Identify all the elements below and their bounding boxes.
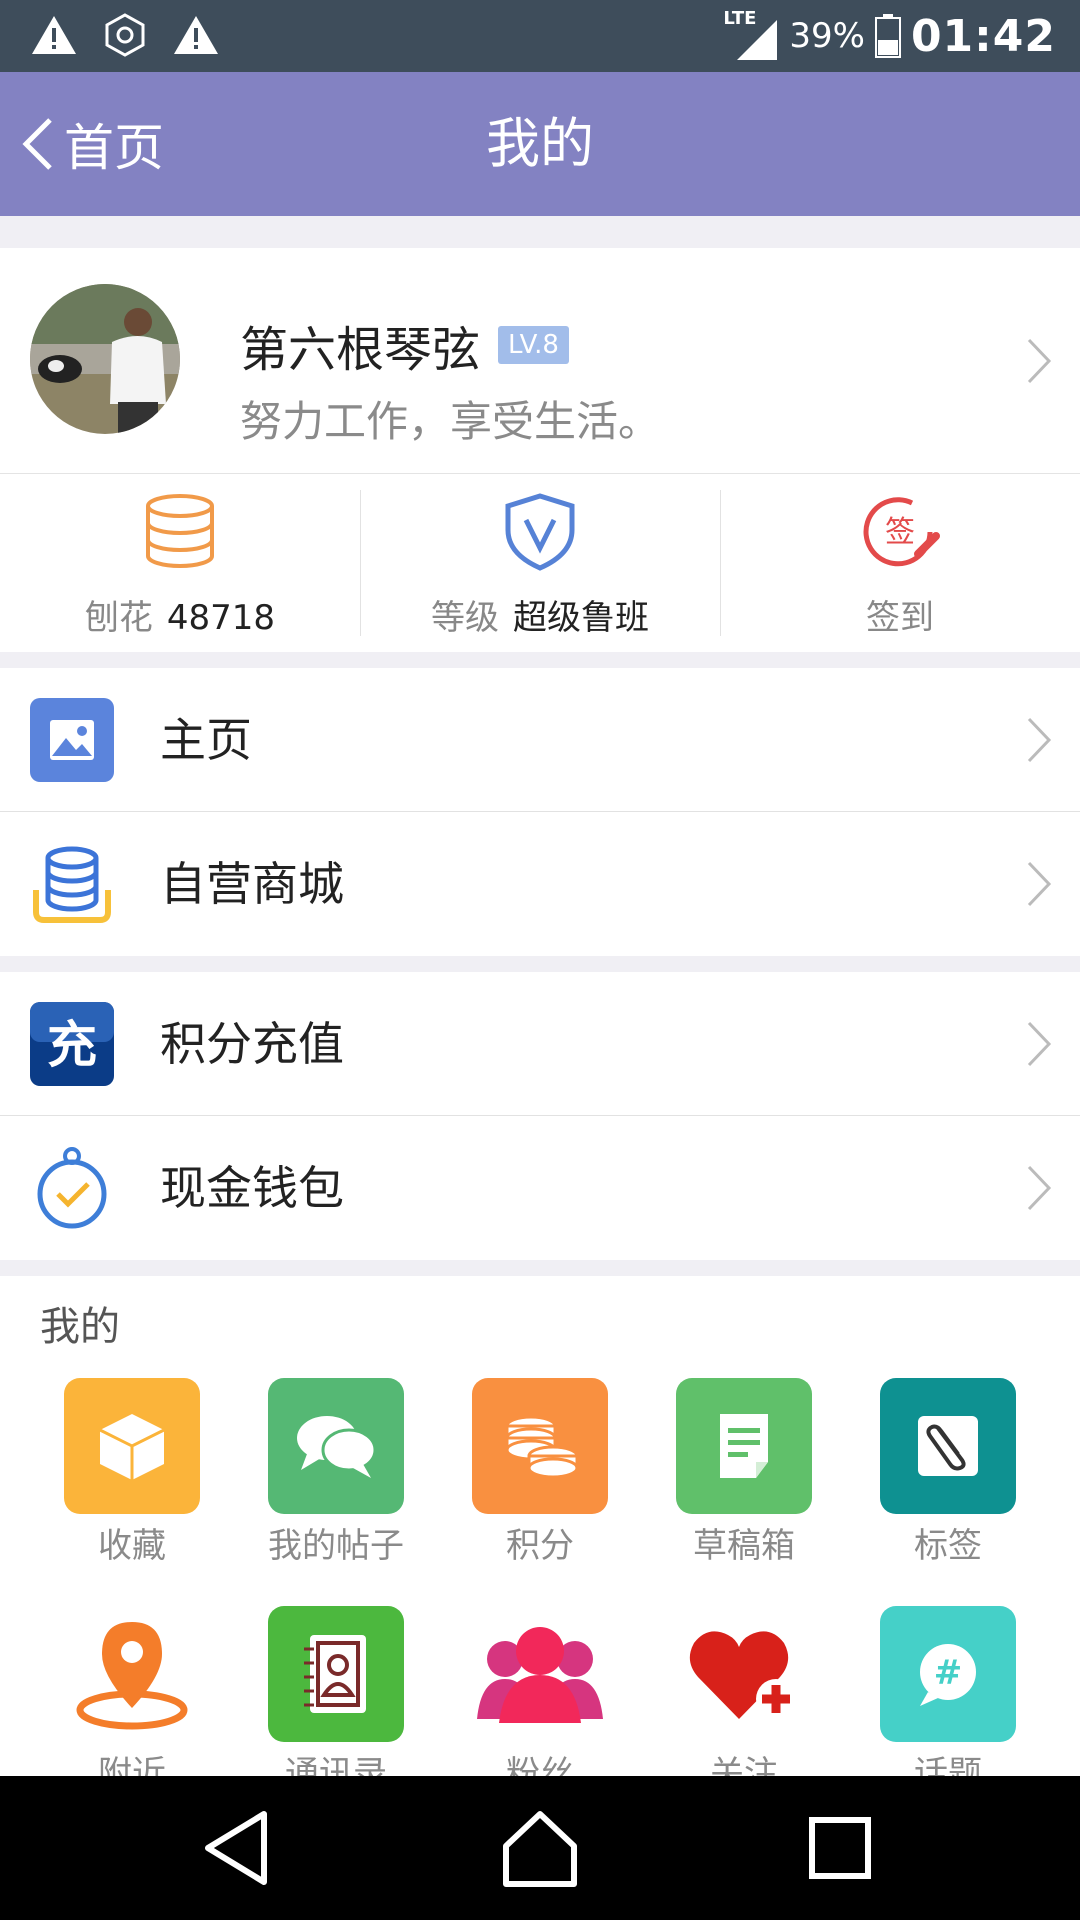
stat-level-text: 等级 超级鲁班 — [431, 598, 649, 638]
grid-item-my-posts[interactable]: 我的帖子 — [234, 1378, 438, 1567]
nav-recents-icon[interactable] — [798, 1806, 882, 1890]
section-title: 我的 — [40, 1304, 120, 1350]
menu-label: 主页 — [160, 713, 252, 767]
coins-icon — [472, 1378, 608, 1514]
grid-item-fans[interactable]: 粉丝 — [438, 1606, 642, 1776]
grid-item-following[interactable]: 关注 — [642, 1606, 846, 1776]
grid-item-nearby[interactable]: 附近 — [30, 1606, 234, 1776]
warning-icon — [32, 16, 76, 54]
battery-icon — [874, 14, 901, 58]
battery-percent: 39% — [789, 16, 865, 56]
grid-label: 草稿箱 — [693, 1526, 795, 1566]
my-grid-section: 我的 收藏 我的帖子 积分 草稿箱 标签 附近 通讯录 粉丝 关注 # 话题 — [0, 1276, 1080, 1776]
shield-v-icon — [505, 493, 575, 571]
chevron-right-icon — [1027, 1021, 1052, 1067]
warning-icon — [174, 16, 218, 54]
paperclip-icon — [880, 1378, 1016, 1514]
grid-label: 积分 — [506, 1526, 574, 1566]
grid-item-topics[interactable]: # 话题 — [846, 1606, 1050, 1776]
grid-label: 关注 — [710, 1754, 778, 1776]
menu-label: 现金钱包 — [160, 1161, 344, 1215]
grid-label: 附近 — [98, 1754, 166, 1776]
app-header: 首页 我的 — [0, 72, 1080, 216]
image-icon — [30, 698, 114, 782]
nav-home-icon[interactable] — [498, 1806, 582, 1890]
menu-item-recharge[interactable]: 充 积分充值 — [0, 972, 1080, 1116]
avatar[interactable] — [30, 284, 180, 434]
svg-text:#: # — [934, 1653, 963, 1693]
profile-name-row: 第六根琴弦 LV.8 — [240, 310, 569, 380]
grid-label: 我的帖子 — [268, 1526, 404, 1566]
grid-item-tags[interactable]: 标签 — [846, 1378, 1050, 1567]
chat-icon — [268, 1378, 404, 1514]
user-motto: 努力工作，享受生活。 — [240, 397, 661, 446]
menu-group-1: 主页 自营商城 — [0, 668, 1080, 956]
grid-item-points[interactable]: 积分 — [438, 1378, 642, 1567]
user-name: 第六根琴弦 — [240, 322, 481, 378]
svg-text:签: 签 — [885, 515, 915, 550]
contacts-icon — [268, 1606, 404, 1742]
clock: 01:42 — [910, 10, 1056, 62]
grid-item-drafts[interactable]: 草稿箱 — [642, 1378, 846, 1567]
menu-label: 积分充值 — [160, 1017, 344, 1071]
menu-item-shop[interactable]: 自营商城 — [0, 812, 1080, 956]
chevron-left-icon — [22, 118, 52, 170]
system-nav-bar — [0, 1776, 1080, 1920]
level-badge: LV.8 — [498, 326, 569, 364]
stat-signin[interactable]: 签 签到 — [720, 474, 1080, 652]
shop-coins-icon — [33, 846, 111, 923]
grid-item-favorites[interactable]: 收藏 — [30, 1378, 234, 1567]
grid-label: 通讯录 — [285, 1754, 387, 1776]
draft-icon — [676, 1378, 812, 1514]
heart-plus-icon — [676, 1606, 812, 1742]
svg-text:充: 充 — [47, 1016, 97, 1074]
stats-bar: 刨花 48718 等级 超级鲁班 签 签到 — [0, 474, 1080, 652]
coins-icon — [146, 494, 214, 568]
nav-back-icon[interactable] — [198, 1806, 282, 1890]
profile-card[interactable]: 第六根琴弦 LV.8 努力工作，享受生活。 — [0, 248, 1080, 474]
stat-signin-text: 签到 — [866, 598, 934, 638]
menu-label: 自营商城 — [160, 857, 344, 911]
fans-icon — [472, 1606, 608, 1742]
chevron-right-icon — [1027, 861, 1052, 907]
hexagon-icon — [105, 13, 145, 57]
grid-item-contacts[interactable]: 通讯录 — [234, 1606, 438, 1776]
signal-icon: LTE — [723, 8, 779, 64]
wallet-clock-icon — [37, 1147, 107, 1229]
menu-item-wallet[interactable]: 现金钱包 — [0, 1116, 1080, 1260]
chevron-right-icon — [1027, 1165, 1052, 1211]
grid-label: 收藏 — [98, 1526, 166, 1566]
recharge-icon: 充 — [30, 1002, 114, 1086]
grid-label: 标签 — [914, 1526, 982, 1566]
topic-icon: # — [880, 1606, 1016, 1742]
grid-label: 话题 — [914, 1754, 982, 1776]
back-label: 首页 — [64, 119, 164, 177]
chevron-right-icon — [1027, 717, 1052, 763]
menu-item-homepage[interactable]: 主页 — [0, 668, 1080, 812]
grid-label: 粉丝 — [506, 1754, 574, 1776]
status-bar: LTE 39% 01:42 — [0, 0, 1080, 72]
sign-in-icon: 签 — [863, 497, 940, 567]
box-icon — [64, 1378, 200, 1514]
chevron-right-icon — [1027, 338, 1052, 384]
stat-level[interactable]: 等级 超级鲁班 — [360, 474, 720, 652]
menu-group-2: 充 积分充值 现金钱包 — [0, 972, 1080, 1260]
stat-bark-text: 刨花 48718 — [84, 598, 276, 638]
back-button[interactable]: 首页 — [18, 72, 164, 216]
stat-bark[interactable]: 刨花 48718 — [0, 474, 360, 652]
location-pin-icon — [64, 1606, 200, 1742]
